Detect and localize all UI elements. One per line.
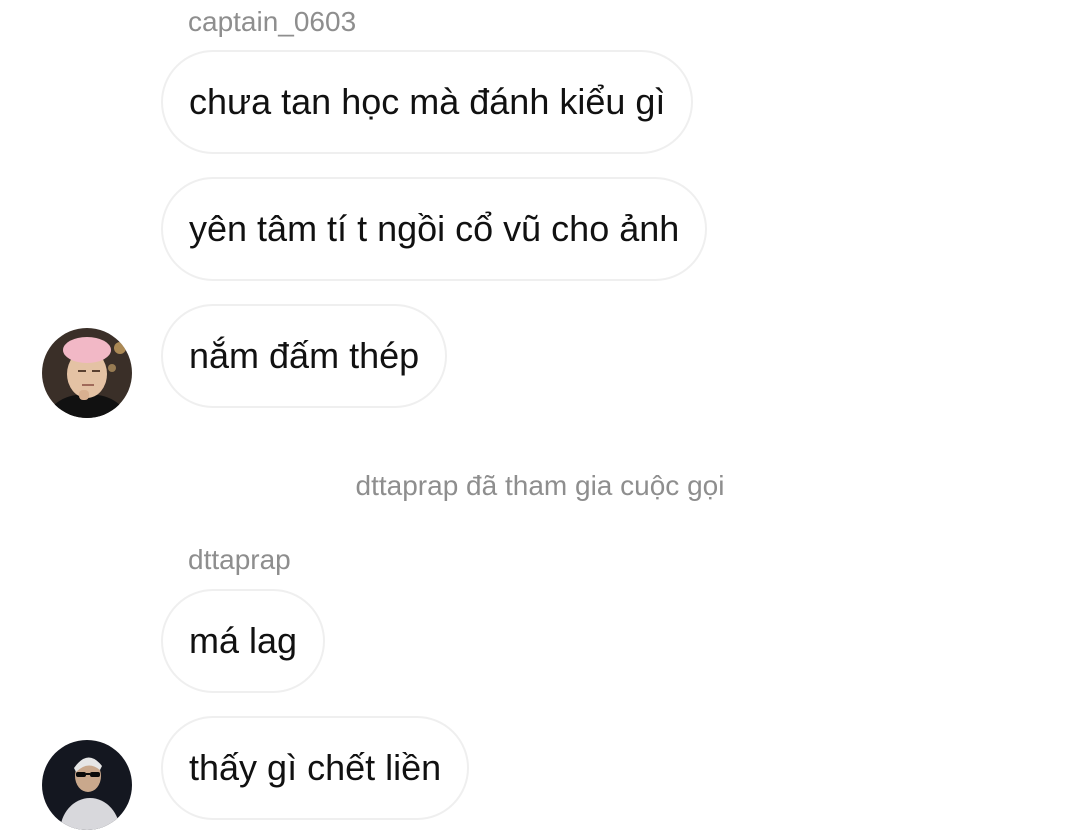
- avatar-photo-captain: [42, 328, 132, 418]
- message-bubble[interactable]: chưa tan học mà đánh kiểu gì: [161, 50, 694, 154]
- message-text: nắm đấm thép: [189, 335, 420, 376]
- message-bubble[interactable]: thấy gì chết liền: [161, 716, 470, 820]
- message-text: má lag: [189, 620, 298, 661]
- user-avatar-icon[interactable]: [42, 328, 132, 418]
- sender-name: dttaprap: [188, 544, 291, 575]
- message-text: chưa tan học mà đánh kiểu gì: [189, 81, 666, 122]
- user-avatar-icon[interactable]: [42, 740, 132, 830]
- message-text: thấy gì chết liền: [189, 747, 442, 788]
- message-bubble[interactable]: yên tâm tí t ngồi cổ vũ cho ảnh: [161, 177, 708, 281]
- avatar-photo-dttaprap: [42, 740, 132, 830]
- message-bubble[interactable]: má lag: [161, 589, 326, 693]
- sender-name: captain_0603: [188, 6, 357, 37]
- message-bubble[interactable]: nắm đấm thép: [161, 304, 448, 408]
- message-text: yên tâm tí t ngồi cổ vũ cho ảnh: [189, 208, 680, 249]
- call-joined-notice: dttaprap đã tham gia cuộc gọi: [355, 470, 725, 501]
